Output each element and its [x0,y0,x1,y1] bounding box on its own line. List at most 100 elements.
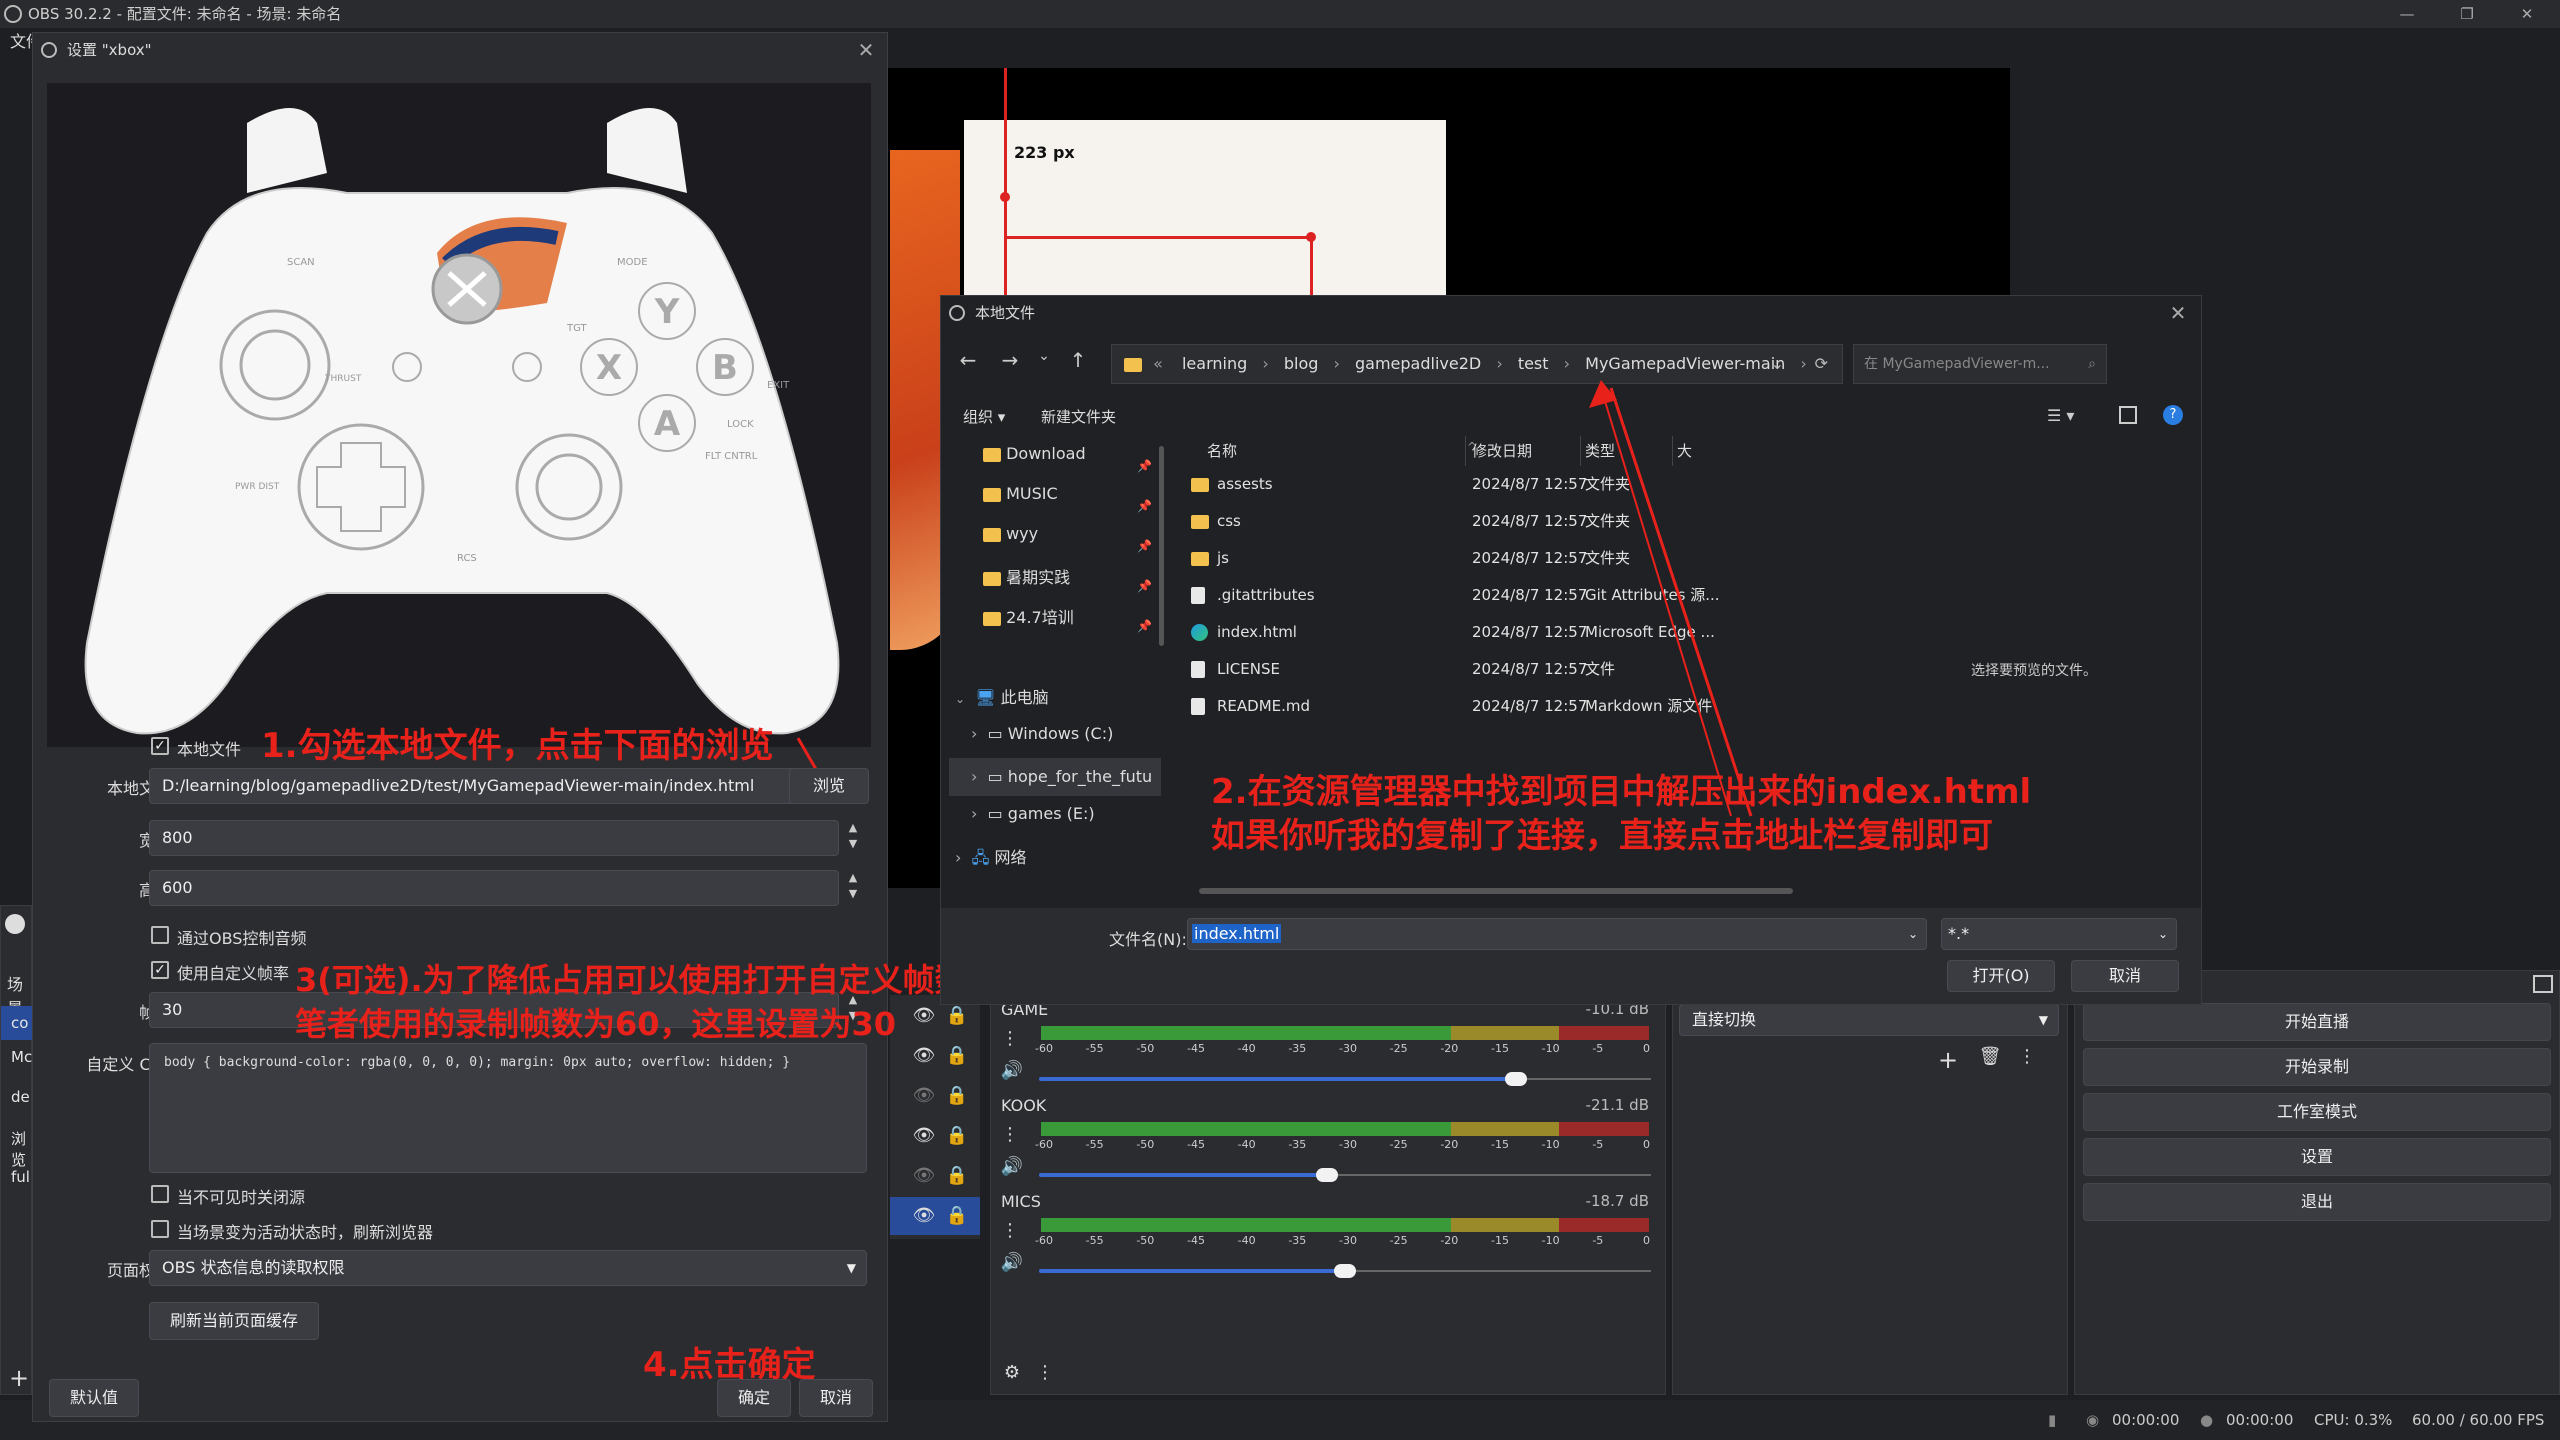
volume-meter [1041,1026,1451,1040]
guide-handle[interactable] [1306,232,1316,242]
meter-tick-label: -35 [1288,1138,1307,1151]
page-permission-select[interactable]: OBS 状态信息的读取权限 ▼ [149,1250,867,1286]
meter-tick-label: -5 [1592,1042,1604,1055]
minimize-icon[interactable]: — [2380,0,2434,28]
volume-knob[interactable] [1334,1264,1356,1278]
lock-icon[interactable]: 🔒 [945,1085,969,1106]
width-input[interactable]: 800 [149,820,839,856]
b-button[interactable]: B [712,348,738,388]
settings-dialog: 设置 "xbox" ✕ Y X B A SCAN MODE TGT EXIT L… [32,32,999,1422]
height-stepper[interactable]: ▲ ▼ [839,870,867,906]
scene-item[interactable]: Mc [11,1048,32,1066]
obs-logo-icon [4,5,22,23]
a-button[interactable]: A [654,404,681,444]
maximize-icon[interactable]: ❐ [2440,0,2494,28]
volume-knob[interactable] [1315,1168,1338,1182]
transition-select[interactable]: 直接切换 ▼ [1679,1004,2059,1036]
channel-menu-icon[interactable]: ⋮ [999,1124,1021,1145]
local-file-input[interactable]: D:/learning/blog/gamepadlive2D/test/MyGa… [149,768,813,804]
refresh-active-checkbox[interactable] [151,1220,169,1238]
height-input[interactable]: 600 [149,870,839,906]
volume-slider[interactable] [1039,1264,1651,1278]
eye-icon[interactable]: 👁 [910,1125,938,1146]
shutdown-hidden-checkbox[interactable] [151,1185,169,1203]
trash-icon[interactable]: 🗑 [1977,1046,2003,1067]
scene-item[interactable]: 浏览 [11,1128,31,1170]
transition-menu-icon[interactable]: ⋮ [2017,1046,2037,1067]
start-streaming-button[interactable]: 开始直播 [2083,1003,2551,1041]
undock-icon[interactable] [2533,975,2553,993]
lock-icon[interactable]: 🔒 [945,1165,969,1186]
start-recording-button[interactable]: 开始录制 [2083,1048,2551,1086]
pwr-dist-label: PWR DIST [235,482,280,492]
annotation-step3-line2: 笔者使用的录制帧数为60，这里设置为30 [295,1005,897,1043]
open-button[interactable]: 打开(O) [1947,960,2055,992]
mixer-channel: MICS -18.7 dB ⋮ -60 -55 -50 -45 -40 -35 -30 -25… [991,1188,1665,1284]
custom-fps-checkbox[interactable]: ✓ [151,961,169,979]
mixer-menu-icon[interactable]: ⋮ [1035,1362,1055,1383]
settings-button[interactable]: 设置 [2083,1138,2551,1176]
speaker-icon[interactable]: 🔊 [999,1252,1025,1273]
close-icon[interactable]: ✕ [2500,0,2554,28]
lock-icon[interactable]: 🔒 [945,1205,969,1226]
meter-tick-label: -5 [1592,1234,1604,1247]
volume-meter [1041,1218,1451,1232]
defaults-button[interactable]: 默认值 [49,1379,139,1417]
channel-name: KOOK [1001,1096,1047,1115]
browse-button[interactable]: 浏览 [789,768,869,804]
speaker-icon[interactable]: 🔊 [999,1060,1025,1081]
y-button[interactable]: Y [654,292,680,332]
custom-css-editor[interactable]: body { background-color: rgba(0, 0, 0, 0… [149,1043,867,1173]
meter-tick-label: -40 [1237,1042,1256,1055]
gear-icon[interactable]: ⚙ [999,1362,1025,1383]
lock-icon[interactable]: 🔒 [945,1045,969,1066]
lock-icon[interactable]: 🔒 [945,1005,969,1026]
filetype-select[interactable]: *.* ⌄ [1941,918,2177,950]
lock-icon[interactable]: 🔒 [945,1125,969,1146]
volume-slider[interactable] [1039,1072,1651,1086]
control-audio-checkbox[interactable] [151,926,169,944]
page-permission-value: OBS 状态信息的读取权限 [162,1258,345,1277]
volume-knob[interactable] [1505,1072,1528,1086]
studio-mode-button[interactable]: 工作室模式 [2083,1093,2551,1131]
eye-icon[interactable]: 👁 [910,1005,938,1026]
volume-slider[interactable] [1039,1168,1651,1182]
filename-input[interactable]: index.html ⌄ [1187,918,1927,950]
arrow-line [1600,387,1732,817]
x-button[interactable]: X [596,348,622,388]
meter-tick-label: -15 [1491,1138,1509,1151]
add-scene-icon[interactable]: + [9,1364,29,1392]
scene-item[interactable]: ful [11,1168,30,1186]
refresh-cache-button[interactable]: 刷新当前页面缓存 [149,1302,319,1340]
scene-item[interactable]: co [1,1006,33,1040]
stream-icon: ◉ [2086,1411,2100,1429]
local-file-checkbox[interactable]: ✓ [151,737,169,755]
speaker-icon[interactable]: 🔊 [999,1156,1025,1177]
volume-track [1326,1174,1651,1176]
channel-menu-icon[interactable]: ⋮ [999,1028,1021,1049]
meter-tick-label: -60 [1035,1138,1053,1151]
eye-icon[interactable]: 👁 [910,1205,938,1226]
volume-track [1345,1270,1651,1272]
guide-handle[interactable] [1000,192,1010,202]
guide-line-vertical [1004,68,1007,298]
eye-icon[interactable]: 👁 [910,1045,938,1066]
eye-hidden-icon[interactable]: 👁 [910,1085,938,1106]
sources-list: 👁 🔒 👁 🔒 👁 🔒 👁 🔒 👁 🔒 👁 🔒 [890,995,980,1239]
channel-menu-icon[interactable]: ⋮ [999,1220,1021,1241]
cancel-button[interactable]: 取消 [799,1379,873,1417]
file-cancel-button[interactable]: 取消 [2071,960,2179,992]
scene-item[interactable]: de [11,1088,30,1106]
width-stepper[interactable]: ▲ ▼ [839,820,867,856]
meter-tick-label: -35 [1288,1042,1307,1055]
ok-button[interactable]: 确定 [717,1379,791,1417]
eye-hidden-icon[interactable]: 👁 [910,1165,938,1186]
source-row-selected[interactable]: 👁 🔒 [890,1197,980,1235]
meter-tick-label: 0 [1643,1042,1650,1055]
add-transition-icon[interactable]: + [1935,1046,1961,1074]
close-icon[interactable]: ✕ [853,33,879,67]
meter-tick-label: -20 [1440,1234,1459,1247]
meter-red-zone [1559,1122,1649,1136]
exit-button[interactable]: 退出 [2083,1183,2551,1221]
meter-tick-label: -15 [1491,1234,1509,1247]
